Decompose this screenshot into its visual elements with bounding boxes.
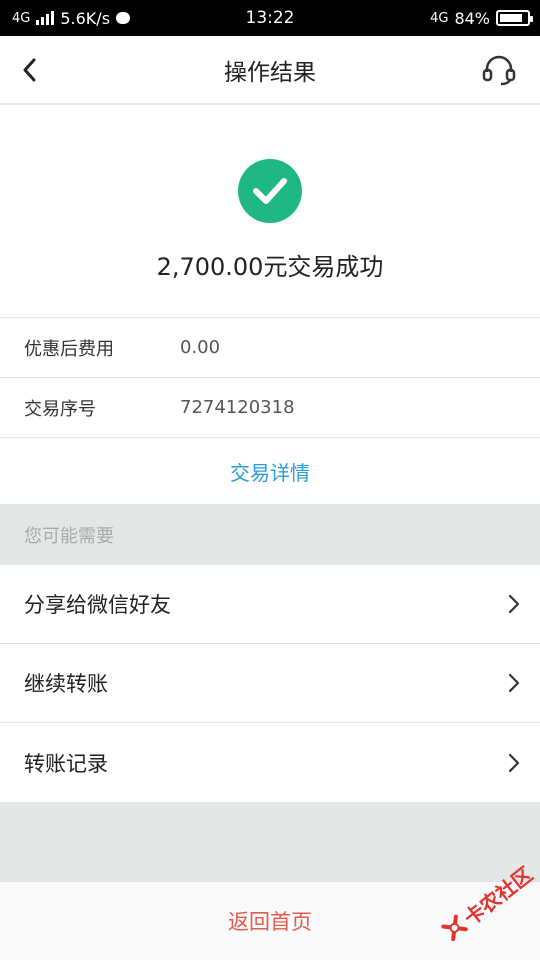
transaction-result-screen: 4G 5.6K/s 13:22 4G 84% 操作结果 2,700.00元交易成… <box>0 0 540 960</box>
info-row-serial: 交易序号 7274120318 <box>0 377 540 437</box>
page-title: 操作结果 <box>224 60 316 86</box>
status-bar-right: 4G 84% <box>430 0 533 36</box>
result-message: 2,700.00元交易成功 <box>156 253 384 281</box>
menu-item-label: 继续转账 <box>24 672 108 696</box>
right-network-type: 4G <box>430 10 449 26</box>
section-header: 您可能需要 <box>0 505 540 565</box>
menu-item-transfer-records[interactable]: 转账记录 <box>0 723 540 802</box>
status-bar: 4G 5.6K/s 13:22 4G 84% <box>0 0 540 36</box>
serial-value: 7274120318 <box>180 397 295 418</box>
check-circle-icon <box>238 159 302 223</box>
chevron-right-icon <box>508 673 520 693</box>
battery-icon <box>496 10 533 26</box>
menu-item-label: 转账记录 <box>24 751 108 776</box>
suggestion-list: 分享给微信好友 继续转账 转账记录 <box>0 565 540 802</box>
menu-item-continue-transfer[interactable]: 继续转账 <box>0 644 540 723</box>
battery-percent: 84% <box>454 8 490 28</box>
headset-icon <box>482 55 516 86</box>
customer-service-button[interactable] <box>482 54 516 86</box>
result-panel: 2,700.00元交易成功 <box>0 105 540 317</box>
chevron-right-icon <box>508 753 520 772</box>
transaction-info: 优惠后费用 0.00 交易序号 7274120318 交易详情 <box>0 317 540 504</box>
nav-bar: 操作结果 <box>0 36 540 104</box>
fee-label: 优惠后费用 <box>24 338 114 360</box>
menu-item-label: 分享给微信好友 <box>24 593 171 617</box>
transaction-detail-link[interactable]: 交易详情 <box>0 437 540 504</box>
menu-item-share-wechat[interactable]: 分享给微信好友 <box>0 565 540 644</box>
info-row-fee: 优惠后费用 0.00 <box>0 317 540 377</box>
fee-value: 0.00 <box>180 337 221 358</box>
serial-label: 交易序号 <box>24 398 96 420</box>
chevron-right-icon <box>508 594 520 614</box>
